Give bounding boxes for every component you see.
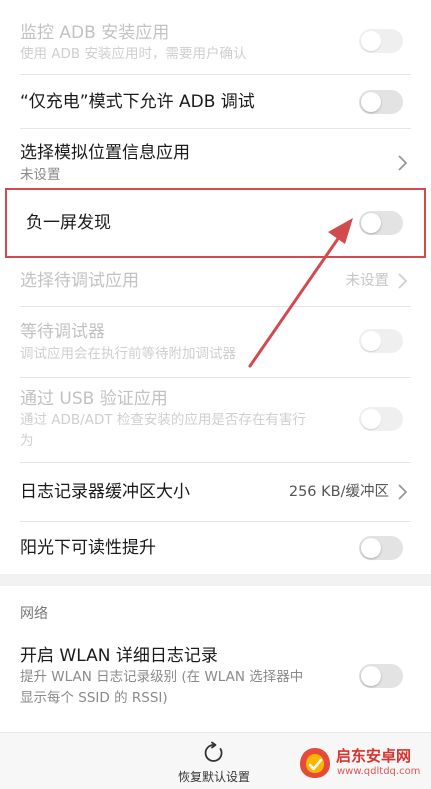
watermark: 启东安卓网 www.qdltdq.com: [298, 744, 423, 784]
wait-debugger-toggle: [359, 329, 403, 353]
section-separator: [0, 574, 431, 586]
verify-usb-toggle: [359, 407, 403, 431]
setting-mock-location[interactable]: 选择模拟位置信息应用 未设置: [0, 129, 431, 188]
setting-logger-buffer[interactable]: 日志记录器缓冲区大小 256 KB/缓冲区: [0, 463, 431, 521]
setting-debug-app: 选择待调试应用 未设置: [0, 258, 431, 306]
setting-sunlight[interactable]: 阳光下可读性提升: [0, 522, 431, 574]
toggle-knob: [361, 31, 381, 51]
setting-subtitle: 通过 ADB/ADT 检查安装的应用是否存在有害行: [20, 412, 306, 428]
setting-subtitle: 显示每个 SSID 的 RSSI): [20, 690, 168, 706]
toggle-knob: [361, 331, 381, 351]
setting-subtitle: 使用 ADB 安装应用时，需要用户确认: [20, 46, 247, 62]
setting-verify-usb: 通过 USB 验证应用 通过 ADB/ADT 检查安装的应用是否存在有害行 为: [0, 378, 431, 462]
toggle-knob: [361, 409, 381, 429]
setting-title: 选择模拟位置信息应用: [20, 143, 190, 163]
restore-defaults-label: 恢复默认设置: [177, 770, 251, 784]
wlan-verbose-toggle[interactable]: [359, 664, 403, 688]
toggle-knob: [361, 538, 381, 558]
setting-title: 开启 WLAN 详细日志记录: [20, 646, 218, 666]
setting-title: 阳光下可读性提升: [20, 538, 156, 558]
setting-monitor-adb: 监控 ADB 安装应用 使用 ADB 安装应用时，需要用户确认: [0, 0, 431, 74]
monitor-adb-toggle: [359, 29, 403, 53]
setting-wait-debugger: 等待调试器 调试应用会在执行前等待附加调试器: [0, 307, 431, 377]
section-title-network: 网络: [20, 606, 48, 622]
setting-charge-only-adb[interactable]: “仅充电”模式下允许 ADB 调试: [0, 75, 431, 128]
toggle-knob: [361, 666, 381, 686]
setting-subtitle: 为: [20, 433, 34, 449]
toggle-knob: [361, 92, 381, 112]
setting-title: 日志记录器缓冲区大小: [20, 482, 190, 502]
setting-title: 通过 USB 验证应用: [20, 389, 168, 409]
highlight-box: [5, 188, 426, 258]
refresh-icon: [204, 741, 223, 762]
setting-wlan-verbose[interactable]: 开启 WLAN 详细日志记录 提升 WLAN 日志记录级别 (在 WLAN 选择…: [0, 636, 431, 724]
watermark-name: 启东安卓网: [336, 747, 412, 765]
setting-value: 256 KB/缓冲区: [288, 484, 389, 500]
watermark-logo-icon: [300, 748, 330, 778]
chevron-right-icon: [398, 484, 408, 500]
chevron-right-icon: [398, 155, 408, 171]
setting-value: 未设置: [345, 273, 390, 289]
restore-defaults-button[interactable]: 恢复默认设置: [178, 741, 250, 785]
sunlight-toggle[interactable]: [359, 536, 403, 560]
setting-title: 监控 ADB 安装应用: [20, 23, 170, 43]
charge-only-adb-toggle[interactable]: [359, 90, 403, 114]
setting-title: 等待调试器: [20, 322, 105, 342]
chevron-right-icon: [398, 273, 408, 289]
setting-title: “仅充电”模式下允许 ADB 调试: [20, 92, 255, 112]
setting-subtitle: 调试应用会在执行前等待附加调试器: [20, 346, 236, 362]
setting-subtitle: 未设置: [20, 167, 61, 183]
setting-subtitle: 提升 WLAN 日志记录级别 (在 WLAN 选择器中: [20, 669, 304, 685]
watermark-url: www.qdltdq.com: [337, 766, 421, 777]
setting-title: 选择待调试应用: [20, 271, 139, 291]
